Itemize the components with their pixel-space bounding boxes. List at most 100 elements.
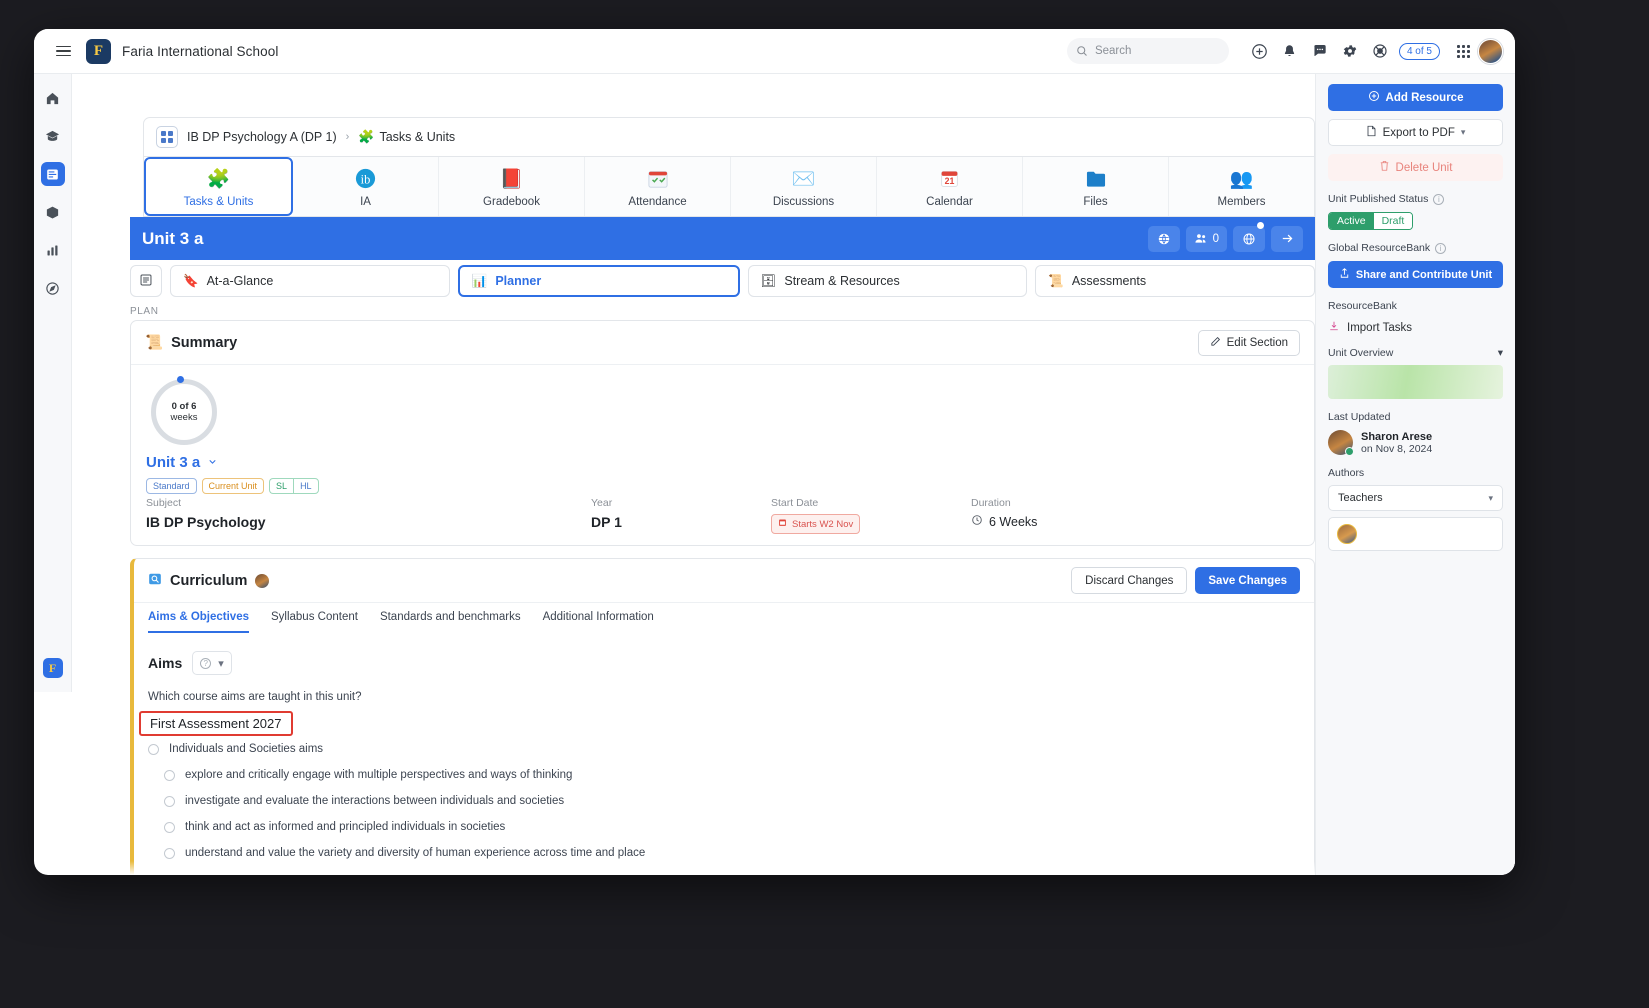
list-item[interactable]: think and act as informed and principled… — [148, 814, 1238, 840]
subtab-at-a-glance[interactable]: 🔖 At-a-Glance — [170, 265, 450, 297]
app-grid-icon[interactable] — [1448, 36, 1478, 66]
user-avatar[interactable] — [1478, 39, 1503, 64]
unit-publish-globe-button[interactable] — [1233, 226, 1265, 252]
tab-tasks-units[interactable]: 🧩 Tasks & Units — [144, 157, 293, 216]
rail-item-branding[interactable]: F — [34, 658, 71, 678]
inner-tab-additional-information[interactable]: Additional Information — [543, 611, 654, 633]
inner-tab-syllabus-content[interactable]: Syllabus Content — [271, 611, 358, 633]
published-status-toggle[interactable]: Active Draft — [1328, 212, 1413, 230]
info-icon[interactable]: i — [1433, 194, 1444, 205]
breadcrumb-section[interactable]: 🧩 Tasks & Units — [358, 129, 455, 145]
left-rail: F — [34, 74, 72, 692]
unit-next-button[interactable] — [1271, 226, 1303, 252]
status-draft-option[interactable]: Draft — [1374, 213, 1413, 229]
bell-icon[interactable] — [1275, 36, 1305, 66]
chip-hl[interactable]: HL — [293, 478, 319, 494]
tab-discussions[interactable]: ✉️ Discussions — [731, 157, 877, 216]
resourcebank-label: ResourceBank — [1328, 300, 1397, 312]
unit-members-count: 0 — [1213, 233, 1219, 245]
unit-members-button[interactable]: 0 — [1186, 226, 1227, 252]
import-icon — [1328, 320, 1340, 335]
checkbox-icon[interactable] — [148, 744, 159, 755]
aims-help-dropdown[interactable]: ? ▾ — [192, 651, 232, 675]
checkbox-icon[interactable] — [164, 770, 175, 781]
subtab-assessments[interactable]: 📜 Assessments — [1035, 265, 1315, 297]
tab-ia[interactable]: ib IA — [293, 157, 439, 216]
share-contribute-unit-button[interactable]: Share and Contribute Unit — [1328, 261, 1503, 288]
search-input[interactable]: Search — [1067, 38, 1229, 64]
subtab-planner[interactable]: 📊 Planner — [458, 265, 740, 297]
tab-files[interactable]: Files — [1023, 157, 1169, 216]
aims-checklist: Individuals and Societies aims explore a… — [148, 736, 1238, 866]
add-circle-icon[interactable] — [1245, 36, 1275, 66]
unit-header-bar: Unit 3 a 0 — [130, 217, 1315, 260]
teachers-select[interactable]: Teachers ▾ — [1328, 485, 1503, 511]
list-view-icon — [139, 273, 153, 290]
checkbox-icon[interactable] — [164, 848, 175, 859]
discard-changes-button[interactable]: Discard Changes — [1071, 567, 1187, 594]
edit-section-label: Edit Section — [1227, 337, 1288, 349]
tab-label: Tasks & Units — [184, 196, 254, 208]
rail-item-tasks-units[interactable] — [41, 162, 65, 186]
list-item[interactable]: Individuals and Societies aims — [148, 736, 1238, 762]
tab-calendar[interactable]: 21 Calendar — [877, 157, 1023, 216]
unit-chips: Standard Current Unit SL HL — [146, 478, 319, 494]
progress-ring-circle: 0 of 6 weeks — [151, 379, 217, 445]
unit-overview-thumbnail[interactable] — [1328, 365, 1503, 399]
grid-view-icon[interactable] — [156, 126, 178, 148]
updater-name: Sharon Arese — [1361, 431, 1432, 443]
list-item-label: investigate and evaluate the interaction… — [185, 795, 564, 807]
checkbox-icon[interactable] — [164, 796, 175, 807]
edit-section-button[interactable]: Edit Section — [1198, 330, 1300, 356]
tab-label: Gradebook — [483, 196, 540, 208]
lifebuoy-icon[interactable] — [1365, 36, 1395, 66]
import-tasks-label: Import Tasks — [1347, 322, 1412, 334]
chat-icon[interactable] — [1305, 36, 1335, 66]
tab-members[interactable]: 👥 Members — [1169, 157, 1314, 216]
progress-unit: weeks — [171, 412, 198, 423]
menu-toggle-icon[interactable] — [44, 46, 82, 57]
status-active-option[interactable]: Active — [1329, 213, 1374, 229]
gear-icon[interactable] — [1335, 36, 1365, 66]
meta-start-date: Start Date Starts W2 Nov — [771, 497, 971, 534]
breadcrumb-course[interactable]: IB DP Psychology A (DP 1) — [187, 130, 337, 144]
subtab-list-view[interactable] — [130, 265, 162, 297]
rail-item-classes[interactable] — [41, 124, 65, 148]
rail-item-compass[interactable] — [41, 276, 65, 300]
subtab-label: At-a-Glance — [207, 274, 274, 288]
start-date-badge[interactable]: Starts W2 Nov — [771, 514, 860, 534]
info-icon[interactable]: i — [1435, 243, 1446, 254]
save-changes-button[interactable]: Save Changes — [1195, 567, 1300, 594]
tab-attendance[interactable]: Attendance — [585, 157, 731, 216]
seats-pill[interactable]: 4 of 5 — [1399, 43, 1440, 60]
puzzle-icon: 🧩 — [358, 129, 374, 145]
export-pdf-button[interactable]: Export to PDF ▾ — [1328, 119, 1503, 146]
plan-section-label: PLAN — [130, 306, 159, 317]
import-tasks-link[interactable]: Import Tasks — [1328, 320, 1503, 335]
search-icon — [1076, 45, 1088, 57]
svg-text:ib: ib — [361, 172, 371, 186]
unit-name-dropdown[interactable]: Unit 3 a — [146, 454, 218, 471]
rail-item-resources[interactable] — [41, 200, 65, 224]
unit-overview-header[interactable]: Unit Overview ▾ — [1328, 347, 1503, 359]
list-item[interactable]: explore and critically engage with multi… — [148, 762, 1238, 788]
list-item[interactable]: investigate and evaluate the interaction… — [148, 788, 1238, 814]
rail-item-home[interactable] — [41, 86, 65, 110]
curriculum-icon — [148, 572, 162, 590]
subtab-stream-resources[interactable]: 🗄 Stream & Resources — [748, 265, 1028, 297]
rail-item-reports[interactable] — [41, 238, 65, 262]
curriculum-title: Curriculum — [148, 572, 269, 590]
list-item-label: understand and value the variety and div… — [185, 847, 645, 859]
add-resource-button[interactable]: Add Resource — [1328, 84, 1503, 111]
avatar[interactable] — [1337, 524, 1357, 544]
unit-globe-button[interactable] — [1148, 226, 1180, 252]
subtab-label: Stream & Resources — [784, 274, 899, 288]
inner-tab-aims-objectives[interactable]: Aims & Objectives — [148, 611, 249, 633]
chip-sl[interactable]: SL — [269, 478, 293, 494]
tab-gradebook[interactable]: 📕 Gradebook — [439, 157, 585, 216]
checkbox-icon[interactable] — [164, 822, 175, 833]
gradebook-icon: 📕 — [500, 166, 524, 192]
delete-unit-button[interactable]: Delete Unit — [1328, 154, 1503, 181]
inner-tab-standards-benchmarks[interactable]: Standards and benchmarks — [380, 611, 521, 633]
breadcrumb-section-label: Tasks & Units — [379, 130, 455, 144]
